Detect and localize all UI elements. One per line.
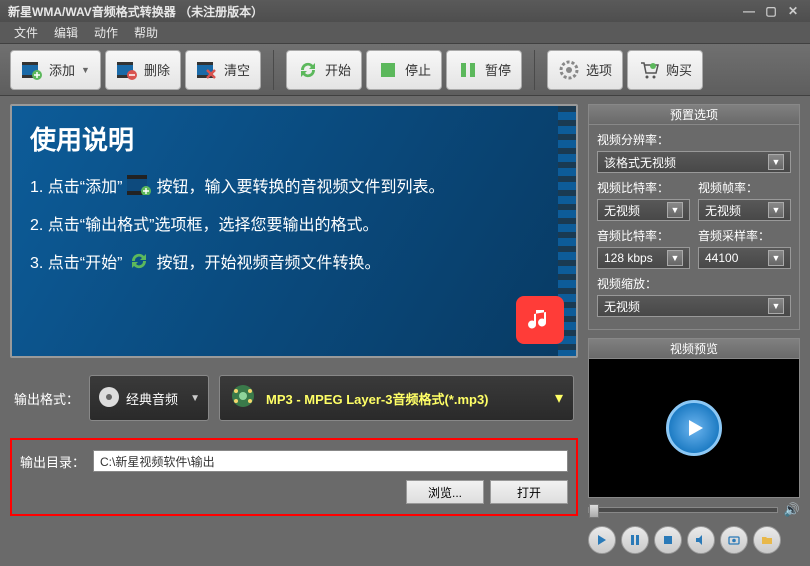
browse-button[interactable]: 浏览... <box>406 480 484 504</box>
stop-icon <box>377 59 399 81</box>
output-dir-label: 输出目录： <box>20 452 85 471</box>
pause-button[interactable] <box>621 526 649 554</box>
maximize-button[interactable]: ▢ <box>762 4 780 18</box>
format-category-select[interactable]: 经典音频 ▼ <box>89 375 209 421</box>
disc-icon <box>98 386 120 411</box>
preset-title: 预置选项 <box>588 104 800 124</box>
open-button[interactable]: 打开 <box>490 480 568 504</box>
abitrate-select[interactable]: 128 kbps▼ <box>597 247 690 269</box>
output-format-label: 输出格式： <box>14 389 79 408</box>
chevron-down-icon: ▼ <box>667 202 683 218</box>
chevron-down-icon: ▼ <box>190 393 200 404</box>
chevron-down-icon: ▼ <box>667 250 683 266</box>
preview-panel: 视频预览 🔊 <box>588 338 800 554</box>
music-icon <box>516 296 564 344</box>
refresh-icon <box>126 251 152 271</box>
instruction-line-2: 2. 点击“输出格式”选项框，选择您要输出的格式。 <box>30 211 558 235</box>
clear-label: 清空 <box>224 60 250 79</box>
film-delete-icon <box>116 59 138 81</box>
play-button[interactable] <box>588 526 616 554</box>
refresh-icon <box>297 59 319 81</box>
menubar: 文件 编辑 动作 帮助 <box>0 22 810 44</box>
stop-button[interactable] <box>654 526 682 554</box>
gear-icon <box>558 59 580 81</box>
buy-button[interactable]: 购买 <box>627 50 703 90</box>
pause-button[interactable]: 暂停 <box>446 50 522 90</box>
playback-controls <box>588 522 800 554</box>
output-dir-panel: 输出目录： 浏览... 打开 <box>10 438 578 516</box>
chevron-down-icon: ▼ <box>81 65 90 75</box>
chevron-down-icon: ▼ <box>768 202 784 218</box>
output-dir-input[interactable] <box>93 450 568 472</box>
vframerate-label: 视频帧率： <box>698 179 791 196</box>
film-add-icon <box>126 175 152 195</box>
add-label: 添加 <box>49 60 75 79</box>
clear-button[interactable]: 清空 <box>185 50 261 90</box>
toolbar: 添加 ▼ 删除 清空 开始 停止 暂停 <box>0 44 810 96</box>
output-format-row: 输出格式： 经典音频 ▼ MP3 - MPEG Layer-3音频格式(*.mp… <box>10 368 578 428</box>
format-icon <box>230 383 256 414</box>
chevron-down-icon: ▼ <box>768 250 784 266</box>
instruction-line-3: 3. 点击“开始” 按钮，开始视频音频文件转换。 <box>30 249 558 273</box>
add-button[interactable]: 添加 ▼ <box>10 50 101 90</box>
buy-label: 购买 <box>666 60 692 79</box>
vbitrate-select[interactable]: 无视频▼ <box>597 199 690 221</box>
delete-label: 删除 <box>144 60 170 79</box>
start-label: 开始 <box>325 60 351 79</box>
instruction-heading: 使用说明 <box>30 120 558 157</box>
film-clear-icon <box>196 59 218 81</box>
delete-button[interactable]: 删除 <box>105 50 181 90</box>
instruction-panel: 使用说明 1. 点击“添加” 按钮，输入要转换的音视频文件到列表。 2. 点击“… <box>10 104 578 358</box>
format-value: MP3 - MPEG Layer-3音频格式(*.mp3) <box>266 389 489 408</box>
folder-button[interactable] <box>753 526 781 554</box>
menu-file[interactable]: 文件 <box>6 24 46 41</box>
resolution-select[interactable]: 该格式无视频▼ <box>597 151 791 173</box>
film-add-icon <box>21 59 43 81</box>
menu-action[interactable]: 动作 <box>86 24 126 41</box>
window-title: 新星WMA/WAV音频格式转换器 （未注册版本） <box>8 3 263 20</box>
cart-icon <box>638 59 660 81</box>
preview-title: 视频预览 <box>588 338 800 358</box>
format-select[interactable]: MP3 - MPEG Layer-3音频格式(*.mp3) ▾ <box>219 375 574 421</box>
resolution-label: 视频分辨率： <box>597 131 791 148</box>
preview-area <box>588 358 800 498</box>
instruction-line-1: 1. 点击“添加” 按钮，输入要转换的音视频文件到列表。 <box>30 173 558 197</box>
options-button[interactable]: 选项 <box>547 50 623 90</box>
abitrate-label: 音频比特率： <box>597 227 690 244</box>
vzoom-select[interactable]: 无视频▼ <box>597 295 791 317</box>
pause-label: 暂停 <box>485 60 511 79</box>
chevron-down-icon: ▼ <box>768 298 784 314</box>
close-button[interactable]: ✕ <box>784 4 802 18</box>
vzoom-label: 视频缩放： <box>597 275 791 292</box>
pause-icon <box>457 59 479 81</box>
vbitrate-label: 视频比特率： <box>597 179 690 196</box>
vframerate-select[interactable]: 无视频▼ <box>698 199 791 221</box>
preset-panel: 预置选项 视频分辨率： 该格式无视频▼ 视频比特率： 无视频▼ 视频帧率： 无视… <box>588 104 800 330</box>
start-button[interactable]: 开始 <box>286 50 362 90</box>
asamplerate-select[interactable]: 44100▼ <box>698 247 791 269</box>
asamplerate-label: 音频采样率： <box>698 227 791 244</box>
preview-play-button[interactable] <box>666 400 722 456</box>
menu-edit[interactable]: 编辑 <box>46 24 86 41</box>
chevron-down-icon: ▾ <box>555 388 563 408</box>
volume-icon[interactable]: 🔊 <box>784 502 800 518</box>
titlebar: 新星WMA/WAV音频格式转换器 （未注册版本） — ▢ ✕ <box>0 0 810 22</box>
menu-help[interactable]: 帮助 <box>126 24 166 41</box>
slider-thumb[interactable] <box>589 504 599 518</box>
options-label: 选项 <box>586 60 612 79</box>
stop-label: 停止 <box>405 60 431 79</box>
chevron-down-icon: ▼ <box>768 154 784 170</box>
play-icon <box>683 417 705 439</box>
minimize-button[interactable]: — <box>740 4 758 18</box>
mute-button[interactable] <box>687 526 715 554</box>
snapshot-button[interactable] <box>720 526 748 554</box>
seek-slider[interactable] <box>588 507 778 513</box>
format-category-value: 经典音频 <box>126 389 178 408</box>
stop-button[interactable]: 停止 <box>366 50 442 90</box>
